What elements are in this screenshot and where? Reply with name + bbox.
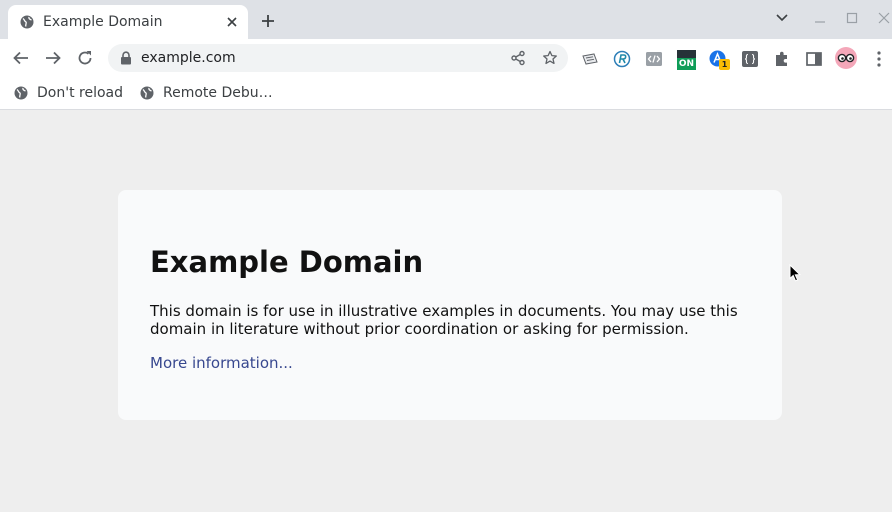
- tab-example-domain[interactable]: Example Domain: [8, 5, 248, 39]
- tab-search-icon[interactable]: [775, 11, 789, 25]
- bookmark-dont-reload[interactable]: Don't reload: [14, 83, 126, 103]
- more-information-link[interactable]: More information...: [150, 354, 293, 372]
- bookmarks-bar: Don't reload Remote Debu…: [0, 77, 892, 110]
- reload-icon[interactable]: [76, 49, 94, 67]
- content-card: Example Domain This domain is for use in…: [118, 190, 782, 420]
- notification-count-badge: 1: [719, 59, 730, 70]
- extension-translate-icon[interactable]: 1: [709, 48, 733, 70]
- maximize-icon[interactable]: [845, 11, 859, 25]
- extension-json-on-icon[interactable]: ON: [677, 50, 696, 70]
- glasses-icon: [837, 53, 855, 63]
- new-tab-icon[interactable]: [260, 13, 276, 29]
- url-text[interactable]: example.com: [141, 49, 236, 67]
- globe-icon: [20, 15, 34, 29]
- bookmark-star-icon[interactable]: [542, 50, 558, 66]
- bookmark-label: Don't reload: [37, 85, 123, 101]
- tab-title: Example Domain: [43, 14, 163, 30]
- profile-avatar[interactable]: [835, 47, 857, 69]
- page-viewport: Example Domain This domain is for use in…: [0, 110, 892, 512]
- bookmark-remote-debug[interactable]: Remote Debu…: [140, 83, 275, 103]
- more-menu-icon[interactable]: [876, 50, 882, 68]
- globe-icon: [140, 86, 154, 100]
- mouse-cursor-icon: [789, 264, 801, 282]
- address-bar[interactable]: example.com: [108, 44, 568, 72]
- extension-code-icon[interactable]: [645, 50, 663, 68]
- extension-braces-icon[interactable]: [741, 50, 759, 68]
- extension-r-icon[interactable]: [613, 50, 631, 68]
- lock-icon[interactable]: [120, 51, 132, 65]
- bookmark-label: Remote Debu…: [163, 85, 273, 101]
- page-heading: Example Domain: [150, 245, 424, 279]
- minimize-icon[interactable]: [813, 11, 827, 25]
- json-on-badge: ON: [677, 58, 696, 70]
- toolbar: example.com ON 1: [0, 39, 892, 77]
- tab-strip: Example Domain: [0, 0, 892, 39]
- close-window-icon[interactable]: [877, 11, 891, 25]
- forward-icon[interactable]: [44, 49, 62, 67]
- back-icon[interactable]: [12, 49, 30, 67]
- extensions-puzzle-icon[interactable]: [773, 50, 791, 68]
- close-tab-icon[interactable]: [224, 14, 240, 30]
- page-description: This domain is for use in illustrative e…: [150, 302, 738, 338]
- globe-icon: [14, 86, 28, 100]
- share-icon[interactable]: [510, 50, 526, 66]
- side-panel-icon[interactable]: [805, 50, 823, 68]
- extension-notes-icon[interactable]: [581, 50, 599, 68]
